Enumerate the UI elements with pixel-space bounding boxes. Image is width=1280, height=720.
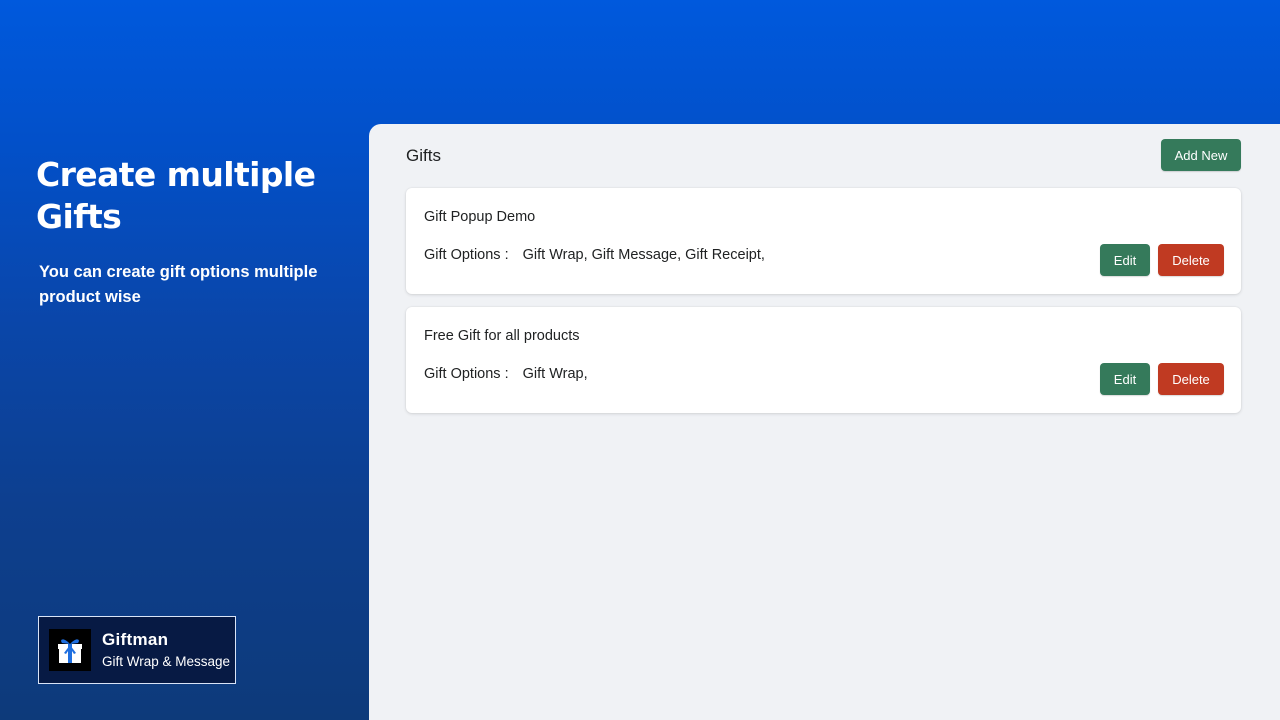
gift-options: Gift Options : Gift Wrap, — [424, 366, 588, 382]
gift-icon — [49, 629, 91, 671]
brand-badge: Giftman Gift Wrap & Message — [38, 616, 236, 684]
edit-button[interactable]: Edit — [1100, 363, 1150, 395]
gift-options-label: Gift Options : — [424, 247, 509, 263]
gift-card: Free Gift for all products Gift Options … — [406, 307, 1241, 413]
delete-button[interactable]: Delete — [1158, 363, 1224, 395]
gift-card: Gift Popup Demo Gift Options : Gift Wrap,… — [406, 188, 1241, 294]
hero-heading: Create multiple Gifts — [36, 155, 316, 236]
add-new-button[interactable]: Add New — [1161, 139, 1241, 171]
gift-options-label: Gift Options : — [424, 366, 509, 382]
brand-name: Giftman — [102, 629, 169, 649]
hero-section: Create multiple Gifts You can create gif… — [36, 154, 356, 310]
brand-tagline: Gift Wrap & Message — [102, 653, 231, 669]
edit-button[interactable]: Edit — [1100, 244, 1150, 276]
gift-options: Gift Options : Gift Wrap, Gift Message, G… — [424, 247, 765, 263]
page-title: Gifts — [406, 146, 441, 165]
hero-description: You can create gift options multiple pro… — [39, 263, 318, 306]
gift-options-value: Gift Wrap, — [522, 366, 588, 382]
gifts-panel: Gifts Add New Gift Popup Demo Gift Optio… — [369, 124, 1280, 720]
gift-title: Gift Popup Demo — [424, 209, 536, 225]
brand-text: Giftman Gift Wrap & Message — [102, 630, 230, 671]
gift-options-value: Gift Wrap, Gift Message, Gift Receipt, — [522, 247, 765, 263]
gift-title: Free Gift for all products — [424, 328, 580, 344]
delete-button[interactable]: Delete — [1158, 244, 1224, 276]
